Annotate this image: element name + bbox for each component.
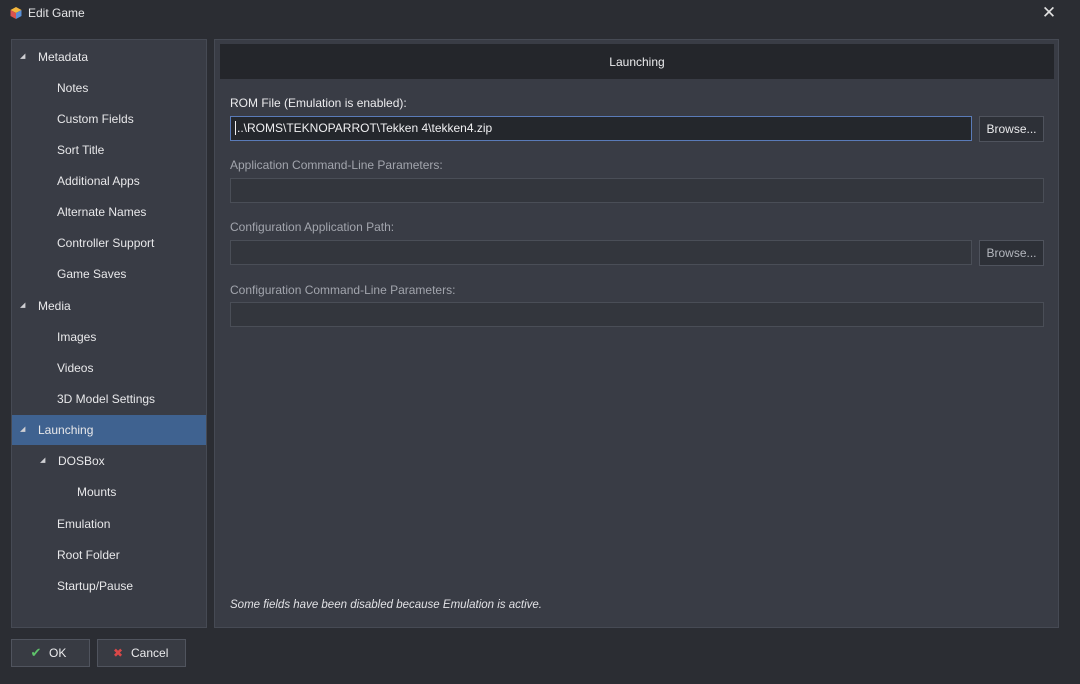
app-params-input[interactable]	[230, 178, 1044, 203]
config-path-input[interactable]	[230, 240, 972, 265]
text-caret	[235, 121, 236, 135]
sidebar-item-label: Sort Title	[57, 143, 105, 157]
sidebar-item-videos[interactable]: Videos	[12, 353, 206, 383]
sidebar-item-label: Media	[38, 299, 71, 313]
sidebar-item-label: Startup/Pause	[57, 579, 134, 593]
sidebar-item-launching[interactable]: ◢ Launching	[12, 415, 206, 445]
sidebar-item-images[interactable]: Images	[12, 322, 206, 352]
sidebar-item-game-saves[interactable]: Game Saves	[12, 259, 206, 289]
sidebar-item-emulation[interactable]: Emulation	[12, 509, 206, 539]
ok-button[interactable]: ✔ OK	[11, 639, 90, 667]
expand-arrow-icon[interactable]: ◢	[20, 42, 30, 72]
sidebar-item-metadata[interactable]: ◢ Metadata	[12, 42, 206, 72]
sidebar-item-root-folder[interactable]: Root Folder	[12, 540, 206, 570]
sidebar-item-additional-apps[interactable]: Additional Apps	[12, 166, 206, 196]
expand-arrow-icon[interactable]: ◢	[40, 446, 50, 476]
expand-arrow-icon[interactable]: ◢	[20, 415, 30, 445]
sidebar-item-startup-pause[interactable]: Startup/Pause	[12, 571, 206, 601]
cancel-x-icon: ✖	[112, 646, 124, 660]
title-bar: Edit Game ✕	[0, 0, 1080, 27]
sidebar-item-notes[interactable]: Notes	[12, 73, 206, 103]
rom-file-value: ..\ROMS\TEKNOPARROT\Tekken 4\tekken4.zip	[237, 121, 493, 135]
sidebar-item-media[interactable]: ◢ Media	[12, 291, 206, 321]
rom-file-input[interactable]: ..\ROMS\TEKNOPARROT\Tekken 4\tekken4.zip	[230, 116, 972, 141]
app-params-label: Application Command-Line Parameters:	[230, 158, 443, 172]
launching-panel: Launching ROM File (Emulation is enabled…	[214, 39, 1059, 628]
section-header: Launching	[220, 44, 1054, 79]
sidebar-item-label: Game Saves	[57, 267, 127, 281]
sidebar-item-label: Additional Apps	[57, 174, 140, 188]
sidebar-tree: ◢ Metadata Notes Custom Fields Sort Titl…	[11, 39, 207, 628]
rom-browse-button[interactable]: Browse...	[979, 116, 1044, 142]
sidebar-item-label: Mounts	[77, 485, 117, 499]
ok-label: OK	[49, 646, 67, 660]
sidebar-item-controller-support[interactable]: Controller Support	[12, 228, 206, 258]
sidebar-item-label: Alternate Names	[57, 205, 147, 219]
sidebar-item-custom-fields[interactable]: Custom Fields	[12, 104, 206, 134]
sidebar-item-label: 3D Model Settings	[57, 392, 156, 406]
cancel-label: Cancel	[131, 646, 169, 660]
sidebar-item-label: Images	[57, 330, 97, 344]
window-title: Edit Game	[28, 6, 85, 20]
checkmark-icon: ✔	[30, 645, 42, 660]
sidebar-item-label: Root Folder	[57, 548, 120, 562]
rom-file-label: ROM File (Emulation is enabled):	[230, 96, 407, 110]
sidebar-item-label: Notes	[57, 81, 89, 95]
sidebar-item-sort-title[interactable]: Sort Title	[12, 135, 206, 165]
config-params-label: Configuration Command-Line Parameters:	[230, 283, 456, 297]
disabled-fields-note: Some fields have been disabled because E…	[230, 599, 542, 611]
sidebar-item-label: DOSBox	[58, 454, 105, 468]
sidebar-item-mounts[interactable]: Mounts	[12, 477, 206, 507]
sidebar-item-alternate-names[interactable]: Alternate Names	[12, 197, 206, 227]
close-icon: ✕	[1041, 3, 1057, 22]
launchbox-app-icon	[10, 7, 22, 19]
config-path-label: Configuration Application Path:	[230, 220, 395, 234]
sidebar-item-dosbox[interactable]: ◢ DOSBox	[12, 446, 206, 476]
sidebar-item-label: Videos	[57, 361, 94, 375]
sidebar-item-label: Metadata	[38, 50, 89, 64]
expand-arrow-icon[interactable]: ◢	[20, 291, 30, 321]
config-browse-button[interactable]: Browse...	[979, 240, 1044, 266]
sidebar-item-label: Controller Support	[57, 236, 155, 250]
sidebar-item-3d-model-settings[interactable]: 3D Model Settings	[12, 384, 206, 414]
sidebar-item-label: Custom Fields	[57, 112, 134, 126]
cancel-button[interactable]: ✖ Cancel	[97, 639, 186, 667]
sidebar-item-label: Emulation	[57, 517, 111, 531]
sidebar-item-label: Launching	[38, 423, 94, 437]
config-params-input[interactable]	[230, 302, 1044, 327]
close-button[interactable]: ✕	[1036, 0, 1062, 26]
